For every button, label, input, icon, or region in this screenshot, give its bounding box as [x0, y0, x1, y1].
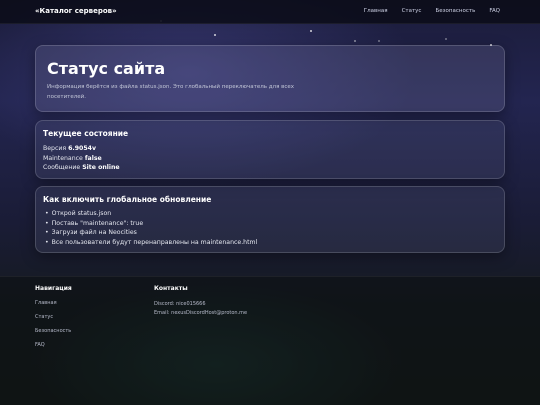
message-label: Сообщение: [43, 164, 81, 171]
nav-link-faq[interactable]: FAQ: [489, 8, 500, 14]
list-item: Открой status.json: [45, 209, 257, 219]
site-footer: Навигация Главная Статус Безопасность FA…: [0, 276, 540, 405]
footer-nav: Навигация Главная Статус Безопасность FA…: [35, 285, 72, 356]
page-description: Информация берётся из файла status.json.…: [47, 84, 295, 100]
top-navbar: «Каталог серверов» Главная Статус Безопа…: [0, 0, 540, 24]
maintenance-label: Maintenance: [43, 154, 83, 162]
nav-link-status[interactable]: Статус: [402, 8, 422, 14]
how-to-steps: Открой status.json Поставь "maintenance"…: [45, 209, 258, 248]
list-item: Загрузи файл на Neocities: [45, 228, 257, 238]
footer-link-faq[interactable]: FAQ: [35, 342, 72, 348]
footer-link-status[interactable]: Статус: [35, 314, 72, 320]
state-rows: Версия 6.9054v Maintenance false Сообщен…: [43, 144, 120, 173]
footer-contacts-heading: Контакты: [154, 285, 188, 292]
current-state-heading: Текущее состояние: [43, 129, 129, 138]
footer-nav-heading: Навигация: [35, 285, 72, 292]
how-to-card: Как включить глобальное обновление Откро…: [35, 186, 505, 253]
maintenance-value: false: [84, 154, 102, 162]
site-brand[interactable]: «Каталог серверов»: [35, 7, 117, 15]
footer-contacts: Контакты Discord: nice015666 Email: nexu…: [154, 285, 247, 318]
version-value: 6.9054v: [68, 145, 97, 152]
list-item: Все пользователи будут перенаправлены на…: [45, 238, 258, 248]
footer-link-security[interactable]: Безопасность: [35, 328, 72, 334]
page-title: Статус сайта: [47, 59, 166, 78]
current-state-card: Текущее состояние Версия 6.9054v Mainten…: [35, 120, 505, 179]
email-contact: Email: nexusDiscordHost@proton.me: [154, 310, 248, 316]
main-nav: Главная Статус Безопасность FAQ: [364, 8, 500, 14]
nav-link-home[interactable]: Главная: [364, 8, 388, 14]
message-value: Site online: [82, 164, 120, 171]
hero-card: Статус сайта Информация берётся из файла…: [35, 45, 505, 112]
nav-link-security[interactable]: Безопасность: [435, 8, 475, 14]
maintenance-row: Maintenance false: [43, 154, 120, 164]
discord-contact: Discord: nice015666: [154, 301, 206, 307]
how-to-heading: Как включить глобальное обновление: [43, 195, 212, 204]
version-label: Версия: [43, 145, 67, 152]
version-row: Версия 6.9054v: [43, 144, 120, 154]
list-item: Поставь "maintenance": true: [45, 219, 257, 229]
footer-link-home[interactable]: Главная: [35, 300, 72, 306]
message-row: Сообщение Site online: [43, 163, 120, 173]
